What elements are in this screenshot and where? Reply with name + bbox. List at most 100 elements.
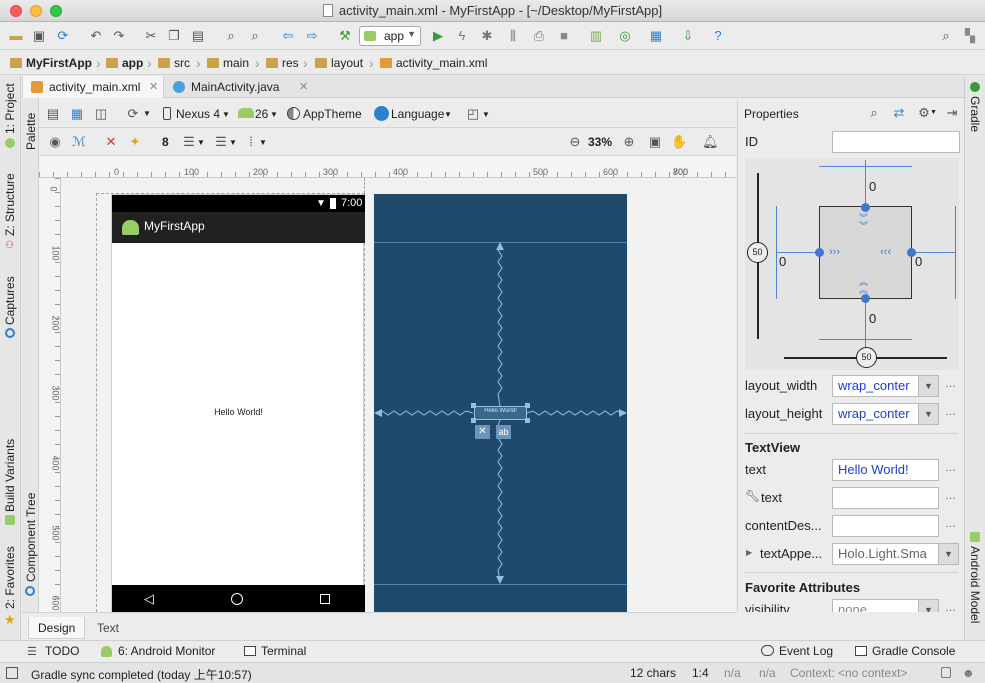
status-message[interactable]: Gradle sync completed (today 上午10:57) — [31, 666, 252, 683]
tool-window-android-model[interactable]: Android Model — [968, 546, 982, 623]
device-select[interactable]: Nexus 4 — [176, 107, 220, 121]
api-level-select[interactable]: 26 — [255, 107, 268, 121]
save-icon[interactable]: ▣ — [31, 28, 47, 44]
show-constraints-icon[interactable]: ◉ — [47, 134, 63, 150]
tool-window-gradle-console[interactable]: Gradle Console — [852, 644, 955, 658]
both-modes-icon[interactable]: ◫ — [93, 106, 109, 122]
toggle-tool-windows-icon[interactable] — [6, 667, 18, 679]
resize-handle[interactable] — [471, 418, 476, 423]
breadcrumb-file[interactable]: activity_main.xml — [378, 54, 487, 72]
back-nav-icon[interactable]: ◁ — [144, 591, 154, 607]
resize-handle[interactable] — [525, 403, 530, 408]
layout-width-select[interactable]: wrap_conter ▼ — [832, 375, 939, 397]
attach-debugger-icon[interactable]: ⎙ — [531, 28, 547, 44]
resize-handle[interactable] — [525, 418, 530, 423]
file-encoding[interactable]: n/a — [759, 666, 776, 680]
forward-icon[interactable]: ⇨ — [304, 28, 320, 44]
layout-height-select[interactable]: wrap_conter ▼ — [832, 403, 939, 425]
breadcrumb-layout[interactable]: layout — [313, 54, 363, 72]
tool-window-event-log[interactable]: Event Log — [759, 644, 833, 658]
tab-text[interactable]: Text — [88, 617, 128, 639]
recents-nav-icon[interactable] — [320, 594, 330, 604]
breadcrumb-app[interactable]: app — [104, 54, 143, 72]
breadcrumb-main[interactable]: main — [205, 54, 249, 72]
copy-icon[interactable]: ❐ — [166, 28, 182, 44]
tab-activity-main-xml[interactable]: activity_main.xml ✕ — [22, 76, 164, 98]
cut-icon[interactable]: ✂ — [143, 28, 159, 44]
left-margin-value[interactable]: 0 — [779, 254, 786, 269]
id-input[interactable] — [832, 131, 960, 153]
warnings-bell-icon[interactable]: 🔔︎ — [702, 134, 719, 150]
baseline-constraint-icon[interactable]: ab — [496, 425, 511, 439]
tools-text-input[interactable] — [832, 487, 939, 509]
bottom-anchor[interactable] — [861, 294, 870, 303]
pack-icon[interactable]: ☰ — [181, 134, 197, 150]
design-mode-icon[interactable]: ▤ — [45, 106, 61, 122]
more-options-icon[interactable]: … — [945, 406, 956, 418]
close-tab-icon[interactable]: ✕ — [299, 76, 308, 98]
apply-changes-icon[interactable]: ϟ — [454, 28, 470, 44]
tool-window-captures[interactable]: Captures — [3, 276, 17, 325]
blueprint-mode-icon[interactable]: ▦ — [69, 106, 85, 122]
tab-main-activity-java[interactable]: MainActivity.java ✕ — [165, 76, 315, 98]
search-everywhere-icon[interactable]: ⌕ — [938, 28, 954, 44]
left-anchor[interactable] — [815, 248, 824, 257]
replace-icon[interactable]: ⌕ — [247, 28, 263, 44]
zoom-out-icon[interactable]: ⊖ — [567, 134, 583, 150]
tool-window-project[interactable]: 1: Project — [3, 83, 17, 134]
orientation-icon[interactable]: ⟳ — [125, 106, 141, 122]
hide-panel-icon[interactable]: ⇥ — [944, 105, 960, 121]
bottom-margin-value[interactable]: 0 — [869, 311, 876, 326]
tool-window-build-variants[interactable]: Build Variants — [3, 439, 17, 512]
breadcrumb-src[interactable]: src — [156, 54, 190, 72]
infer-constraints-icon[interactable]: ✦ — [127, 134, 143, 150]
toggle-view-icon[interactable]: ⇄ — [891, 105, 907, 121]
text-input[interactable]: Hello World! — [832, 459, 939, 481]
undo-icon[interactable]: ↶ — [88, 28, 104, 44]
more-options-icon[interactable]: … — [945, 490, 956, 502]
vertical-bias-knob[interactable]: 50 — [747, 242, 768, 263]
tool-window-favorites[interactable]: 2: Favorites — [3, 546, 17, 609]
breadcrumb-res[interactable]: res — [264, 54, 299, 72]
tool-window-structure[interactable]: Z: Structure — [3, 173, 17, 236]
zoom-to-fit-icon[interactable]: ▣ — [647, 134, 663, 150]
profile-icon[interactable]: ⫼ — [505, 28, 521, 44]
top-anchor[interactable] — [861, 203, 870, 212]
clear-constraints-icon[interactable]: ✕ — [103, 134, 119, 150]
selected-textview-widget[interactable]: Hello World! — [474, 406, 527, 420]
breadcrumb-project[interactable]: MyFirstApp — [8, 54, 92, 72]
lock-icon[interactable] — [941, 667, 951, 678]
top-margin-value[interactable]: 0 — [869, 179, 876, 194]
align-icon[interactable]: ☰ — [213, 134, 229, 150]
visibility-select[interactable]: none ▼ — [832, 599, 939, 612]
sync-icon[interactable]: ⟳ — [55, 28, 71, 44]
tool-window-gradle[interactable]: Gradle — [968, 96, 982, 132]
theme-select[interactable]: AppTheme — [303, 107, 362, 121]
layout-icon[interactable]: ▚ — [962, 28, 978, 44]
tool-window-terminal[interactable]: Terminal — [241, 644, 306, 658]
blueprint-preview[interactable]: Hello World! ✕ ab — [374, 194, 627, 612]
make-project-icon[interactable]: ⚒ — [337, 28, 353, 44]
more-options-icon[interactable]: … — [945, 378, 956, 390]
horizontal-bias-knob[interactable]: 50 — [856, 347, 877, 368]
tab-design[interactable]: Design — [28, 617, 86, 639]
default-margin-value[interactable]: 8 — [162, 135, 169, 149]
tool-window-android-monitor[interactable]: 6: Android Monitor — [98, 644, 215, 658]
back-icon[interactable]: ⇦ — [280, 28, 296, 44]
redo-icon[interactable]: ↷ — [111, 28, 127, 44]
language-select[interactable]: Language — [391, 107, 444, 121]
tool-window-palette[interactable]: Palette — [24, 113, 38, 150]
tool-window-todo[interactable]: ☰ TODO — [25, 644, 79, 658]
find-icon[interactable]: ⌕ — [223, 28, 239, 44]
open-folder-icon[interactable]: ▬ — [8, 28, 24, 44]
layout-variants-icon[interactable]: ◰ — [465, 106, 481, 122]
more-options-icon[interactable]: … — [945, 518, 956, 530]
help-icon[interactable]: ? — [710, 28, 726, 44]
device-design-preview[interactable]: ▼ 7:00 MyFirstApp Hello World! ◁ — [111, 194, 365, 613]
expand-triangle-icon[interactable]: ▶ — [746, 548, 752, 557]
zoom-window-button[interactable] — [50, 5, 62, 17]
project-structure-icon[interactable]: ▦ — [648, 28, 664, 44]
run-icon[interactable]: ▶ — [430, 28, 446, 44]
autoconnect-icon[interactable]: ℳ — [71, 134, 87, 150]
sdk-manager-icon[interactable]: ⇩ — [680, 28, 696, 44]
